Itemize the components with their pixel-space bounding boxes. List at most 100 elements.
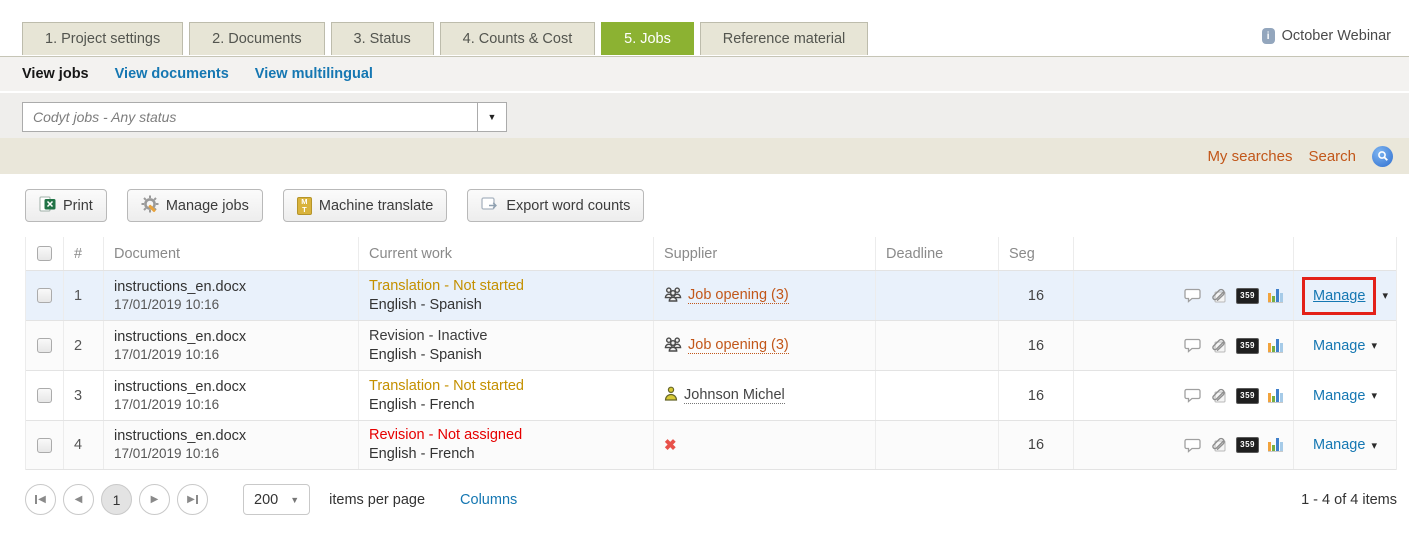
- word-count-badge[interactable]: 359: [1236, 437, 1259, 453]
- machine-translate-button[interactable]: M T Machine translate: [283, 189, 447, 222]
- print-icon: [39, 196, 56, 216]
- view-documents-link[interactable]: View documents: [115, 66, 229, 82]
- current-page-button[interactable]: 1: [101, 484, 132, 515]
- chevron-down-icon[interactable]: ▼: [477, 102, 507, 132]
- search-icon[interactable]: [1372, 146, 1393, 167]
- job-opening-group-icon: [664, 336, 682, 356]
- document-date: 17/01/2019 10:16: [114, 396, 219, 414]
- statistics-icon[interactable]: [1268, 289, 1283, 303]
- pagination-bar: ◀ ◀ 1 ▶ ▶ 200 ▼ items per page Columns 1…: [0, 470, 1409, 515]
- project-name: i October Webinar: [1262, 28, 1391, 44]
- print-button[interactable]: Print: [25, 189, 107, 222]
- status-filter-select[interactable]: Codyt jobs - Any status ▼: [22, 102, 507, 132]
- manage-dropdown-icon[interactable]: ▾: [1371, 439, 1377, 452]
- columns-link[interactable]: Columns: [460, 492, 517, 508]
- items-per-page-label: items per page: [329, 492, 425, 508]
- manage-link[interactable]: Manage: [1313, 437, 1365, 453]
- language-pair: English - French: [369, 396, 475, 415]
- statistics-icon[interactable]: [1268, 438, 1283, 452]
- table-row: 1 instructions_en.docx 17/01/2019 10:16 …: [26, 270, 1396, 320]
- manage-dropdown-icon[interactable]: ▾: [1371, 339, 1377, 352]
- document-date: 17/01/2019 10:16: [114, 296, 219, 314]
- row-number: 3: [64, 371, 104, 420]
- manage-link[interactable]: Manage: [1313, 288, 1365, 304]
- tab-bar: 1. Project settings 2. Documents 3. Stat…: [0, 0, 1409, 57]
- comment-icon[interactable]: [1184, 388, 1201, 403]
- comment-icon[interactable]: [1184, 338, 1201, 353]
- first-page-button[interactable]: ◀: [25, 484, 56, 515]
- col-supplier: Supplier: [654, 237, 876, 270]
- table-row: 4 instructions_en.docx 17/01/2019 10:16 …: [26, 420, 1396, 470]
- tab-project-settings[interactable]: 1. Project settings: [22, 22, 183, 55]
- last-page-button[interactable]: ▶: [177, 484, 208, 515]
- manage-dropdown-icon[interactable]: ▾: [1371, 389, 1377, 402]
- row-checkbox[interactable]: [37, 438, 52, 453]
- no-supplier-icon: ✖: [664, 436, 677, 454]
- document-name: instructions_en.docx: [114, 278, 246, 296]
- tab-counts-cost[interactable]: 4. Counts & Cost: [440, 22, 596, 55]
- page-size-value: 200: [254, 492, 278, 508]
- row-number: 1: [64, 271, 104, 320]
- tab-status[interactable]: 3. Status: [331, 22, 434, 55]
- attachment-icon[interactable]: [1210, 388, 1227, 404]
- next-page-button[interactable]: ▶: [139, 484, 170, 515]
- supplier-link[interactable]: Johnson Michel: [684, 387, 785, 404]
- word-count-badge[interactable]: 359: [1236, 288, 1259, 304]
- toolbar: Print Manage jobs M T Machine translate …: [0, 174, 1409, 237]
- word-count-badge[interactable]: 359: [1236, 388, 1259, 404]
- comment-icon[interactable]: [1184, 438, 1201, 453]
- search-row: My searches Search: [0, 138, 1409, 174]
- prev-page-button[interactable]: ◀: [63, 484, 94, 515]
- export-word-counts-button[interactable]: Export word counts: [467, 189, 644, 222]
- row-checkbox[interactable]: [37, 388, 52, 403]
- filter-row: Codyt jobs - Any status ▼: [0, 91, 1409, 138]
- row-checkbox[interactable]: [37, 288, 52, 303]
- seg-count: 16: [999, 271, 1074, 320]
- my-searches-link[interactable]: My searches: [1207, 148, 1292, 165]
- word-count-badge[interactable]: 359: [1236, 338, 1259, 354]
- row-number: 2: [64, 321, 104, 370]
- attachment-icon[interactable]: [1210, 437, 1227, 453]
- attachment-icon[interactable]: [1210, 288, 1227, 304]
- view-jobs-link[interactable]: View jobs: [22, 66, 89, 82]
- deadline-cell: [876, 271, 999, 320]
- supplier-link[interactable]: Job opening (3): [688, 337, 789, 354]
- search-link[interactable]: Search: [1308, 148, 1356, 165]
- tab-jobs[interactable]: 5. Jobs: [601, 22, 694, 55]
- document-name: instructions_en.docx: [114, 378, 246, 396]
- page-size-select[interactable]: 200 ▼: [243, 484, 310, 515]
- attachment-icon[interactable]: [1210, 338, 1227, 354]
- col-current-work: Current work: [359, 237, 654, 270]
- manage-link[interactable]: Manage: [1313, 338, 1365, 354]
- project-icon: i: [1262, 28, 1275, 44]
- view-multilingual-link[interactable]: View multilingual: [255, 66, 373, 82]
- row-checkbox[interactable]: [37, 338, 52, 353]
- deadline-cell: [876, 421, 999, 469]
- tab-documents[interactable]: 2. Documents: [189, 22, 324, 55]
- manage-link[interactable]: Manage: [1313, 388, 1365, 404]
- work-status: Revision - Not assigned: [369, 426, 522, 445]
- col-seg: Seg: [999, 237, 1074, 270]
- document-name: instructions_en.docx: [114, 427, 246, 445]
- comment-icon[interactable]: [1184, 288, 1201, 303]
- col-actions: [1294, 237, 1396, 270]
- table-row: 2 instructions_en.docx 17/01/2019 10:16 …: [26, 320, 1396, 370]
- statistics-icon[interactable]: [1268, 339, 1283, 353]
- status-filter-value[interactable]: Codyt jobs - Any status: [22, 102, 477, 132]
- chevron-down-icon: ▼: [290, 495, 299, 505]
- seg-count: 16: [999, 371, 1074, 420]
- gear-icon: [141, 195, 159, 217]
- supplier-link[interactable]: Job opening (3): [688, 287, 789, 304]
- job-opening-group-icon: [664, 286, 682, 306]
- deadline-cell: [876, 321, 999, 370]
- seg-count: 16: [999, 321, 1074, 370]
- work-status: Translation - Not started: [369, 277, 524, 296]
- person-icon: [664, 386, 678, 405]
- tab-reference-material[interactable]: Reference material: [700, 22, 869, 55]
- manage-jobs-button[interactable]: Manage jobs: [127, 189, 263, 222]
- manage-dropdown-icon[interactable]: ▾: [1382, 289, 1388, 302]
- statistics-icon[interactable]: [1268, 389, 1283, 403]
- select-all-checkbox[interactable]: [37, 246, 52, 261]
- col-num: #: [64, 237, 104, 270]
- seg-count: 16: [999, 421, 1074, 469]
